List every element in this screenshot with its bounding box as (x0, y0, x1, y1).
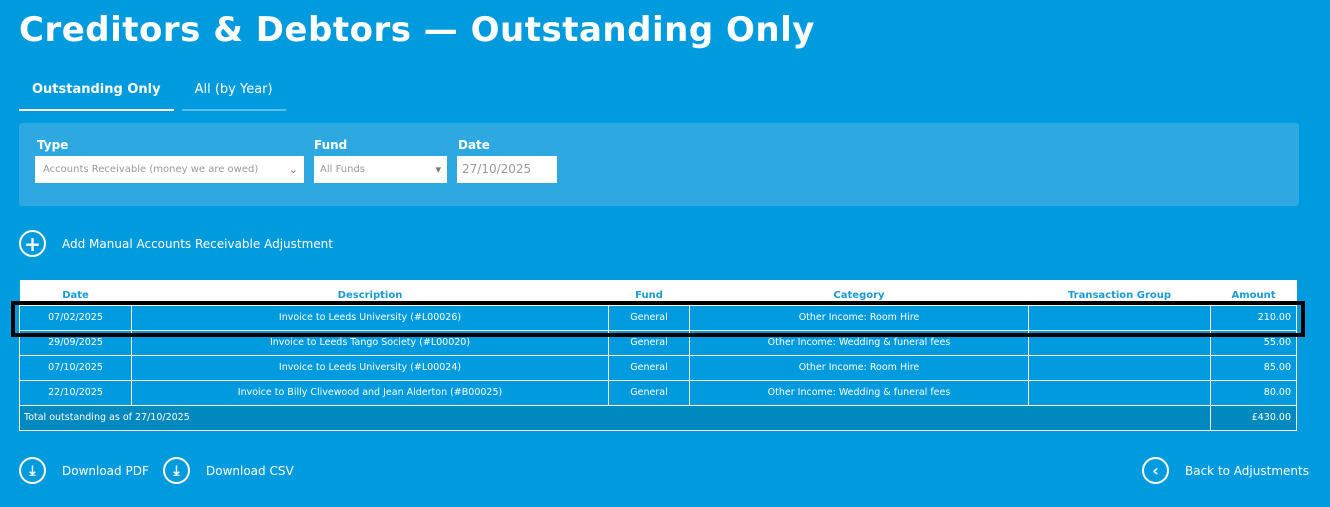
type-select[interactable]: Accounts Receivable (money we are owed) ⌄ (35, 156, 304, 183)
chevron-left-icon: ‹ (1142, 457, 1169, 484)
table-row[interactable]: 07/10/2025 Invoice to Leeds University (#… (19, 354, 1297, 381)
download-icon: ⤓ (19, 457, 46, 484)
tab-outstanding-only[interactable]: Outstanding Only (19, 76, 174, 111)
date-input[interactable]: 27/10/2025 (457, 156, 557, 183)
tabs: Outstanding Only All (by Year) (19, 76, 286, 111)
add-adjustment-label: Add Manual Accounts Receivable Adjustmen… (62, 236, 333, 251)
download-pdf-button[interactable]: ⤓ Download PDF (19, 457, 149, 484)
type-label: Type (37, 138, 69, 152)
cell-group (1028, 379, 1211, 406)
type-value: Accounts Receivable (money we are owed) (43, 164, 259, 175)
page-title: Creditors & Debtors — Outstanding Only (19, 10, 815, 50)
date-label: Date (458, 138, 490, 152)
total-value: £430.00 (1210, 404, 1297, 431)
cell-date: 22/10/2025 (19, 379, 132, 406)
download-csv-label: Download CSV (206, 463, 294, 478)
filter-panel: Type Accounts Receivable (money we are o… (19, 123, 1299, 206)
total-label: Total outstanding as of 27/10/2025 (19, 404, 1211, 431)
fund-value: All Funds (320, 164, 366, 175)
table-row[interactable]: 22/10/2025 Invoice to Billy Clivewood and… (19, 379, 1297, 406)
cell-group (1028, 354, 1211, 381)
cell-amount: 85.00 (1210, 354, 1297, 381)
download-pdf-label: Download PDF (62, 463, 149, 478)
cell-description: Invoice to Billy Clivewood and Jean Alde… (131, 379, 609, 406)
cell-amount: 80.00 (1210, 379, 1297, 406)
cell-description: Invoice to Leeds University (#L00024) (131, 354, 609, 381)
total-row: Total outstanding as of 27/10/2025 £430.0… (19, 404, 1297, 431)
fund-select[interactable]: All Funds ▾ (314, 156, 447, 183)
fund-label: Fund (314, 138, 348, 152)
cell-fund: General (608, 379, 690, 406)
download-csv-button[interactable]: ⤓ Download CSV (163, 457, 294, 484)
cell-category: Other Income: Room Hire (689, 354, 1029, 381)
back-label: Back to Adjustments (1185, 463, 1309, 478)
cell-date: 07/10/2025 (19, 354, 132, 381)
download-icon: ⤓ (163, 457, 190, 484)
add-adjustment-button[interactable]: + Add Manual Accounts Receivable Adjustm… (19, 230, 333, 257)
cell-fund: General (608, 354, 690, 381)
plus-icon: + (19, 230, 46, 257)
back-to-adjustments-button[interactable]: ‹ Back to Adjustments (1142, 457, 1309, 484)
cell-category: Other Income: Wedding & funeral fees (689, 379, 1029, 406)
row-highlight (11, 301, 1305, 337)
chevron-down-icon: ⌄ (288, 163, 298, 176)
tab-all-by-year[interactable]: All (by Year) (181, 76, 286, 111)
caret-down-icon: ▾ (435, 163, 441, 176)
